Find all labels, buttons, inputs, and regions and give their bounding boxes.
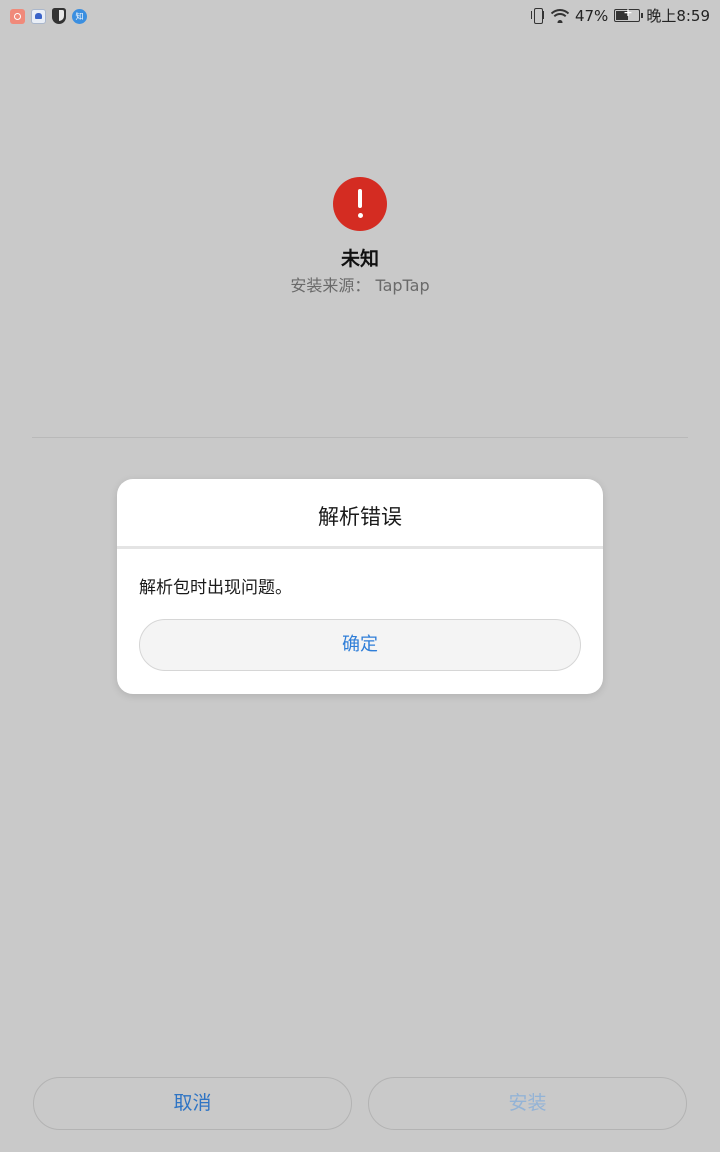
wifi-icon — [550, 8, 569, 23]
battery-icon: + — [614, 6, 644, 22]
install-source: 安装来源： TapTap — [290, 276, 430, 295]
shield-icon — [52, 8, 66, 24]
baidu-app-icon — [31, 8, 46, 24]
notification-app-icon — [10, 8, 25, 24]
dialog-title: 解析错误 — [318, 505, 402, 529]
cancel-button[interactable]: 取消 — [33, 1077, 352, 1130]
dialog-message: 解析包时出现问题。 — [139, 578, 292, 598]
dialog-divider — [117, 546, 603, 549]
app-name: 未知 — [340, 248, 379, 270]
divider — [32, 437, 688, 438]
clock: 晚上8:59 — [646, 7, 710, 25]
ok-button[interactable]: 确定 — [139, 619, 581, 671]
status-bar: 知 47% + 晚上8:59 — [0, 0, 720, 34]
status-bar-left: 知 — [10, 8, 87, 24]
battery-percent: 47% — [574, 6, 609, 25]
parse-error-dialog: 解析错误 解析包时出现问题。 确定 — [117, 479, 603, 694]
vibrate-icon — [530, 7, 545, 25]
install-button[interactable]: 安装 — [368, 1077, 687, 1130]
error-icon — [333, 177, 387, 231]
zhihu-app-icon: 知 — [72, 8, 87, 24]
status-bar-right: 47% + 晚上8:59 — [530, 5, 710, 26]
